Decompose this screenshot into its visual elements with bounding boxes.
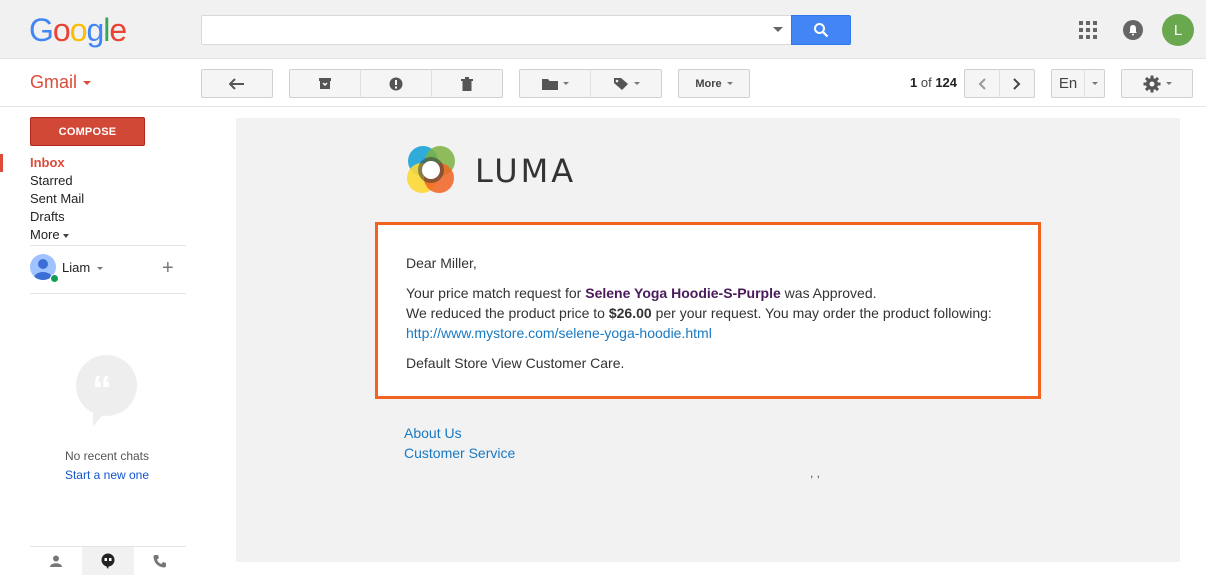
product-link-line: http://www.mystore.com/selene-yoga-hoodi… <box>406 323 712 343</box>
sidebar-item-sent-mail[interactable]: Sent Mail <box>0 190 186 208</box>
google-logo[interactable]: Google <box>29 12 127 49</box>
sidebar-item-drafts[interactable]: Drafts <box>0 208 186 226</box>
sidebar-item-more[interactable]: More <box>0 226 186 244</box>
add-chat-plus-icon[interactable]: + <box>162 257 174 280</box>
logo-letter: g <box>86 12 104 48</box>
gear-icon <box>1143 75 1160 92</box>
gmail-menu[interactable]: Gmail <box>30 72 92 93</box>
pager-of: of <box>920 75 932 90</box>
footer-address: , , <box>810 466 821 480</box>
report-spam-button[interactable] <box>360 69 432 98</box>
back-button[interactable] <box>201 69 273 98</box>
sidebar-more-label: More <box>30 227 60 242</box>
pagination-info: 1 of 124 <box>910 75 957 90</box>
hangouts-tabs <box>30 546 186 575</box>
more-actions-button[interactable]: More <box>678 69 750 98</box>
logo-letter: o <box>69 12 88 48</box>
price-line: We reduced the product price to $26.00 p… <box>406 303 992 323</box>
input-tools-dropdown[interactable] <box>1084 69 1105 98</box>
newer-button[interactable] <box>964 69 1000 98</box>
chevron-down-icon <box>1091 82 1098 85</box>
folder-icon <box>541 78 558 90</box>
online-status-dot <box>50 274 59 283</box>
gmail-label: Gmail <box>30 72 78 92</box>
notifications-bell-icon[interactable] <box>1123 20 1143 40</box>
email-greeting: Dear Miller, <box>406 255 477 271</box>
logo-letter: G <box>29 12 54 48</box>
logo-letter: e <box>109 12 127 48</box>
email-footer-links: About Us Customer Service <box>404 423 515 463</box>
search-input[interactable] <box>201 15 791 45</box>
spam-warning-icon <box>389 77 403 90</box>
search-icon <box>814 23 829 38</box>
trash-icon <box>461 76 473 91</box>
compose-button[interactable]: COMPOSE <box>30 117 145 146</box>
logo-letter: o <box>52 12 71 48</box>
hangouts-tab[interactable] <box>82 547 134 575</box>
customer-service-link[interactable]: Customer Service <box>404 443 515 463</box>
chevron-down-icon <box>97 267 104 271</box>
language-label: En <box>1058 75 1078 92</box>
contacts-tab[interactable] <box>30 547 82 575</box>
archive-button[interactable] <box>289 69 361 98</box>
mail-nav: Inbox Starred Sent Mail Drafts More <box>0 154 186 244</box>
person-icon <box>50 555 62 567</box>
quote-glyph-icon: “ <box>92 368 112 412</box>
no-recent-chats-text: No recent chats <box>64 449 150 463</box>
price-suffix: per your request. You may order the prod… <box>651 305 992 321</box>
divider <box>30 293 186 294</box>
pager-current: 1 <box>910 75 918 90</box>
more-label: More <box>695 77 722 90</box>
approval-suffix: was Approved. <box>780 285 877 301</box>
hangouts-user[interactable]: Liam + <box>30 254 186 284</box>
back-arrow-icon <box>229 77 244 90</box>
luma-logo-icon[interactable] <box>405 144 457 196</box>
hangouts-user-label: Liam <box>62 260 91 275</box>
pager-total: 124 <box>935 75 958 90</box>
archive-icon <box>319 78 331 89</box>
top-bar: Google L <box>0 0 1206 59</box>
divider <box>30 245 186 246</box>
phone-icon <box>153 555 166 568</box>
search-button[interactable] <box>791 15 851 45</box>
price-match-notice: Dear Miller, Your price match request fo… <box>375 222 1041 399</box>
chevron-left-icon <box>978 77 986 90</box>
hangouts-user-name: Liam <box>62 260 104 275</box>
chevron-down-icon <box>633 82 640 85</box>
chevron-down-icon <box>726 82 733 85</box>
new-price: $26.00 <box>608 305 652 321</box>
approval-prefix: Your price match request for <box>406 285 586 301</box>
about-us-link[interactable]: About Us <box>404 423 515 443</box>
luma-wordmark: LUMA <box>475 152 577 190</box>
labels-button[interactable] <box>590 69 662 98</box>
delete-button[interactable] <box>431 69 503 98</box>
older-button[interactable] <box>999 69 1035 98</box>
settings-button[interactable] <box>1121 69 1193 98</box>
search-options-chevron-icon[interactable] <box>773 27 783 32</box>
chevron-down-icon <box>83 81 92 86</box>
phone-tab[interactable] <box>134 547 186 575</box>
account-avatar[interactable]: L <box>1162 14 1194 46</box>
email-signoff: Default Store View Customer Care. <box>406 355 625 371</box>
apps-grid-icon[interactable] <box>1079 21 1097 39</box>
product-name: Selene Yoga Hoodie-S-Purple <box>585 285 781 301</box>
start-new-chat-link[interactable]: Start a new one <box>30 468 184 482</box>
chevron-down-icon <box>562 82 569 85</box>
approval-line: Your price match request for Selene Yoga… <box>406 283 877 303</box>
product-link[interactable]: http://www.mystore.com/selene-yoga-hoodi… <box>406 325 712 341</box>
chevron-down-icon <box>62 233 69 238</box>
sidebar-item-starred[interactable]: Starred <box>0 172 186 190</box>
chevron-right-icon <box>1013 77 1021 90</box>
action-toolbar: Gmail More 1 of 124 En <box>0 59 1206 107</box>
price-prefix: We reduced the product price to <box>406 305 609 321</box>
sidebar-item-inbox[interactable]: Inbox <box>0 154 186 172</box>
input-tools-button[interactable]: En <box>1051 69 1085 98</box>
label-tag-icon <box>613 77 628 90</box>
chevron-down-icon <box>1165 82 1172 85</box>
hangouts-quote-icon <box>101 553 115 569</box>
move-to-button[interactable] <box>519 69 591 98</box>
